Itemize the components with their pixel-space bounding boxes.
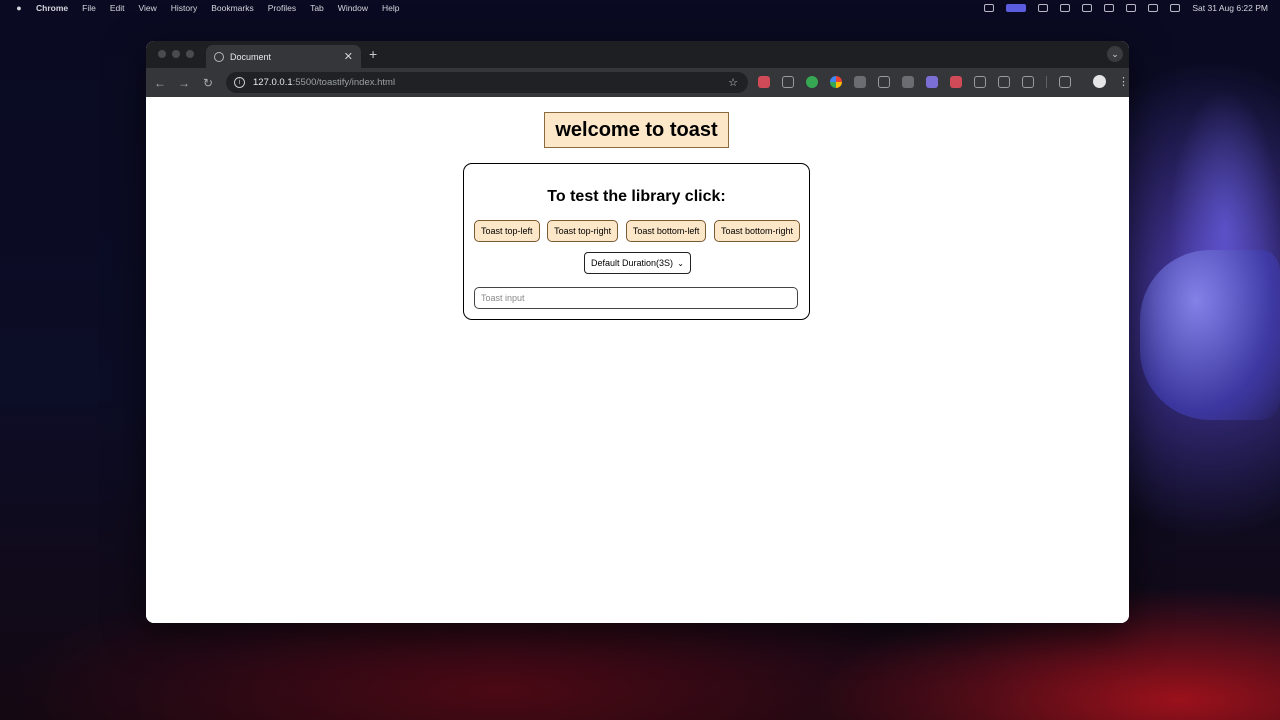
menubar-bookmarks[interactable]: Bookmarks — [211, 3, 254, 13]
extension-icon[interactable] — [998, 75, 1010, 88]
toast-bottom-right-button[interactable]: Toast bottom-right — [713, 220, 800, 242]
menubar-edit[interactable]: Edit — [110, 3, 125, 13]
new-tab-icon[interactable]: + — [369, 46, 377, 62]
extension-icon[interactable] — [854, 75, 866, 88]
address-bar[interactable]: i 127.0.0.1:5500/toastify/index.html ☆ — [226, 72, 748, 93]
reading-list-icon[interactable] — [1059, 75, 1071, 88]
control-center-icon[interactable] — [1170, 3, 1181, 12]
toast-input[interactable] — [474, 287, 798, 309]
toolbar-separator — [1046, 75, 1047, 88]
macos-menubar: ● Chrome File Edit View History Bookmark… — [0, 0, 1280, 15]
tab-document[interactable]: Document ✕ — [206, 45, 361, 68]
menubar-view[interactable]: View — [138, 3, 156, 13]
url-host: 127.0.0.1 — [253, 77, 293, 88]
toast-top-left-button[interactable]: Toast top-left — [474, 220, 540, 242]
react-extension-icon[interactable] — [902, 75, 914, 88]
extension-icon[interactable] — [950, 75, 962, 88]
status-icon[interactable] — [1060, 3, 1071, 12]
toast-top-right-button[interactable]: Toast top-right — [547, 220, 619, 242]
browser-toolbar: ← → ↻ i 127.0.0.1:5500/toastify/index.ht… — [146, 68, 1129, 97]
focus-icon[interactable] — [1082, 3, 1093, 12]
menubar-tab[interactable]: Tab — [310, 3, 324, 13]
chevron-down-icon: ⌄ — [677, 258, 684, 268]
page-title: welcome to toast — [544, 112, 729, 148]
menubar-help[interactable]: Help — [382, 3, 399, 13]
puzzle-extensions-icon[interactable] — [1022, 75, 1034, 88]
tab-bar: Document ✕ + ⌄ — [146, 41, 1129, 68]
extension-icon[interactable] — [878, 75, 890, 88]
status-icon[interactable] — [1038, 3, 1049, 12]
wallpaper-figure-body — [1140, 250, 1280, 420]
menubar-history[interactable]: History — [171, 3, 197, 13]
browser-window: Document ✕ + ⌄ ← → ↻ i 127.0.0.1:5500/to… — [146, 41, 1129, 623]
globe-icon — [214, 51, 224, 62]
menubar-profiles[interactable]: Profiles — [268, 3, 296, 13]
google-extension-icon[interactable] — [830, 75, 842, 88]
menubar-window[interactable]: Window — [338, 3, 368, 13]
duration-selected-value: Default Duration(3S) — [591, 258, 674, 268]
bookmark-star-icon[interactable]: ☆ — [728, 76, 738, 89]
profile-avatar[interactable] — [1093, 75, 1106, 88]
card-heading: To test the library click: — [547, 188, 726, 205]
kebab-menu-icon[interactable]: ⋮ — [1118, 75, 1129, 88]
toast-bottom-left-button[interactable]: Toast bottom-left — [625, 220, 707, 242]
tab-search-chevron-icon[interactable]: ⌄ — [1107, 46, 1123, 62]
close-tab-icon[interactable]: ✕ — [344, 50, 353, 63]
screen-record-icon[interactable] — [1006, 3, 1027, 12]
tab-title: Document — [230, 51, 272, 62]
menubar-file[interactable]: File — [82, 3, 96, 13]
page-content: welcome to toast To test the library cli… — [146, 97, 1129, 623]
extension-icon[interactable] — [926, 75, 938, 88]
window-controls — [158, 50, 194, 58]
menubar-clock[interactable]: Sat 31 Aug 6:22 PM — [1192, 3, 1268, 13]
extension-icon[interactable] — [974, 75, 986, 88]
forward-arrow-icon[interactable]: → — [172, 76, 196, 90]
grammarly-extension-icon[interactable] — [806, 75, 818, 88]
url-path: :5500/toastify/index.html — [292, 77, 396, 88]
apple-menu-icon[interactable]: ● — [14, 3, 24, 13]
menubar-app-name[interactable]: Chrome — [36, 3, 68, 13]
site-info-icon[interactable]: i — [234, 77, 245, 88]
maximize-window-button[interactable] — [186, 50, 194, 58]
duration-select[interactable]: Default Duration(3S) ⌄ — [584, 252, 691, 274]
reload-icon[interactable]: ↻ — [196, 76, 220, 90]
wifi-icon[interactable] — [1126, 3, 1137, 12]
menubar-status-area: Sat 31 Aug 6:22 PM — [984, 0, 1268, 15]
close-window-button[interactable] — [158, 50, 166, 58]
adblock-extension-icon[interactable] — [758, 75, 770, 88]
spotlight-search-icon[interactable] — [1148, 3, 1159, 12]
toast-button-row: Toast top-left Toast top-right Toast bot… — [474, 220, 800, 242]
extensions-area: ⋮ — [758, 75, 1129, 88]
toast-test-card: To test the library click: Toast top-lef… — [463, 163, 810, 320]
battery-icon[interactable] — [1104, 3, 1115, 12]
minimize-window-button[interactable] — [172, 50, 180, 58]
back-arrow-icon[interactable]: ← — [148, 76, 172, 90]
extension-icon[interactable] — [782, 75, 794, 88]
status-icon[interactable] — [984, 3, 995, 12]
